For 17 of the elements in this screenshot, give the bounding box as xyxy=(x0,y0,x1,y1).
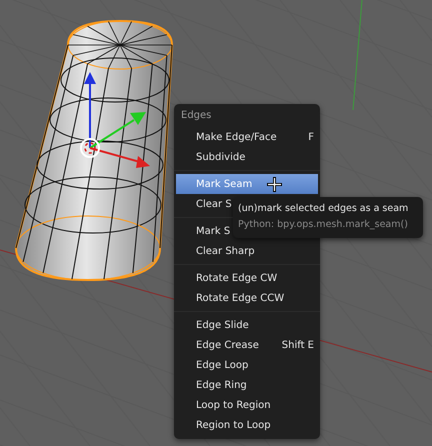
crosshair-cursor-icon xyxy=(267,177,282,192)
python-path: Python: bpy.ops.mesh.mark_seam() xyxy=(238,218,408,232)
menu-item[interactable]: Rotate Edge CW xyxy=(174,268,320,288)
menu-title: Edges xyxy=(180,109,212,123)
menu-item[interactable]: Edge Loop xyxy=(174,355,320,375)
shortcut-label: Shift E xyxy=(282,340,314,350)
menu-item[interactable]: Edge Slide xyxy=(174,315,320,335)
menu-item[interactable]: Loop to Region xyxy=(174,395,320,415)
menu-item[interactable]: Edge Ring xyxy=(174,375,320,395)
menu-item[interactable]: Make Edge/Face F xyxy=(174,127,320,147)
menu-item[interactable]: Region to Loop xyxy=(174,415,320,435)
menu-item[interactable]: Subdivide xyxy=(174,147,320,167)
tooltip-description: (un)mark selected edges as a seam xyxy=(238,202,408,216)
shortcut-label: F xyxy=(308,132,314,142)
menu-item[interactable]: Clear Sharp xyxy=(174,241,320,261)
menu-item[interactable]: Rotate Edge CCW xyxy=(174,288,320,308)
menu-item[interactable]: Edge Crease Shift E xyxy=(174,335,320,355)
